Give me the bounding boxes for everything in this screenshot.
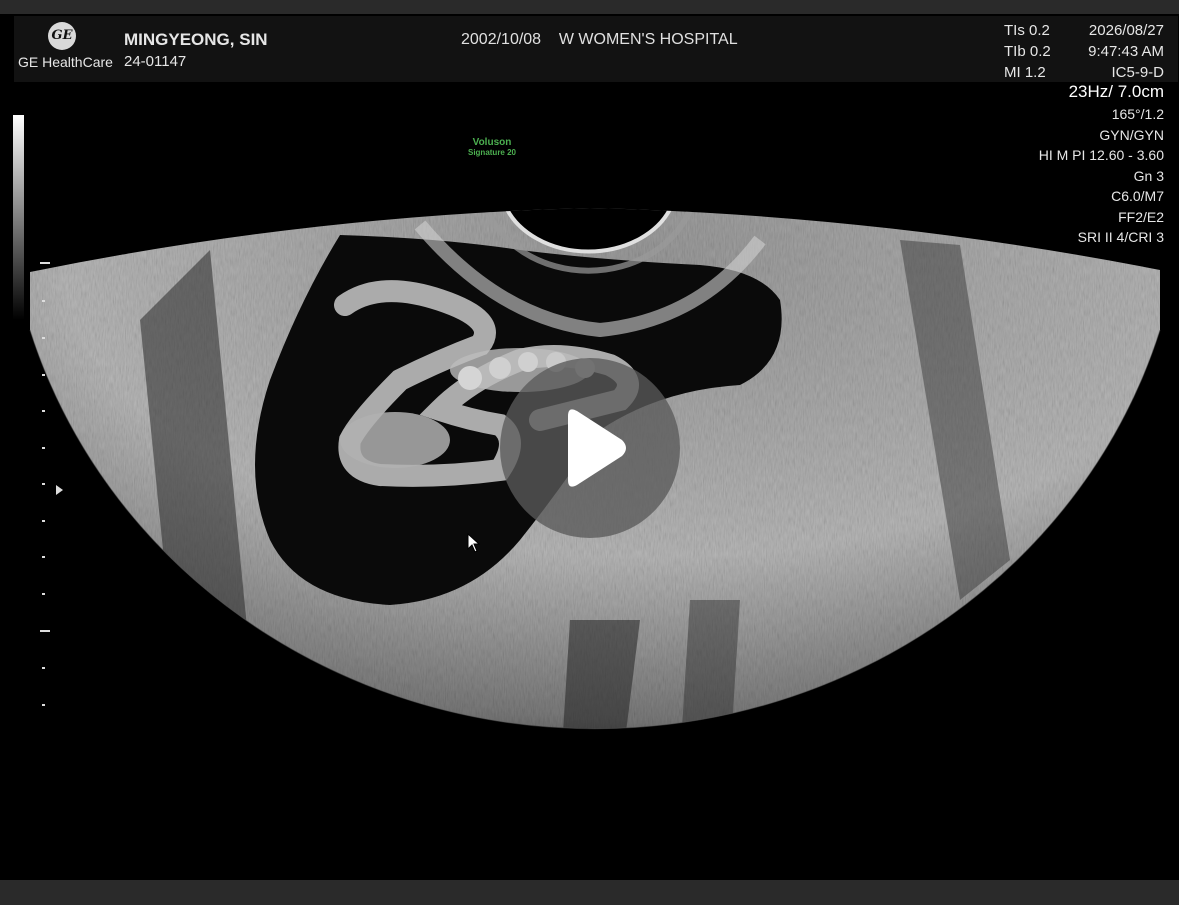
- imaging-parameters: 165°/1.2 GYN/GYN HI M PI 12.60 - 3.60 Gn…: [1039, 104, 1164, 248]
- patient-name: MINGYEONG, SIN: [124, 30, 268, 49]
- param-angle: 165°/1.2: [1111, 106, 1164, 122]
- depth-tick: [42, 704, 45, 706]
- depth-tick: [42, 410, 45, 412]
- depth-tick: [42, 374, 45, 376]
- play-icon: [568, 409, 626, 487]
- ge-monogram-icon: GE: [48, 22, 76, 50]
- param-preset: GYN/GYN: [1099, 126, 1164, 143]
- hospital-name: W WOMEN'S HOSPITAL: [558, 31, 738, 48]
- depth-tick: [40, 262, 50, 264]
- voluson-watermark: Voluson Signature 20: [467, 137, 516, 157]
- mouse-pointer-icon: [467, 533, 481, 553]
- depth-tick: [42, 520, 45, 522]
- depth-tick: [42, 447, 45, 449]
- exam-date: 2026/08/27: [1088, 22, 1164, 39]
- frame-rate-depth: 23Hz/ 7.0cm: [1068, 82, 1164, 101]
- depth-tick: [42, 556, 45, 558]
- depth-tick: [42, 337, 45, 339]
- exam-time: 9:47:43 AM: [1088, 43, 1164, 60]
- depth-tick: [42, 483, 45, 485]
- play-button[interactable]: [500, 358, 680, 538]
- tis-readout: TIs 0.2: [1004, 22, 1050, 39]
- tib-readout: TIb 0.2: [1004, 43, 1051, 60]
- focus-marker-icon: [56, 485, 63, 495]
- param-ff-e: FF2/E2: [1118, 208, 1164, 225]
- birth-date: 2002/10/08: [461, 31, 542, 48]
- exam-info: 2002/10/08 W WOMEN'S HOSPITAL: [461, 31, 738, 49]
- param-hi-pi: HI M PI 12.60 - 3.60: [1038, 147, 1164, 163]
- probe-name: IC5-9-D: [1111, 64, 1164, 81]
- depth-tick: [42, 593, 45, 595]
- acquisition-info: TIs 0.2 2026/08/27 TIb 0.2 9:47:43 AM MI…: [1004, 20, 1164, 83]
- depth-tick: [42, 300, 45, 302]
- brand-name: GE HealthCare: [18, 54, 113, 70]
- mi-readout: MI 1.2: [1004, 64, 1046, 81]
- depth-tick: [42, 667, 45, 669]
- param-color-map: C6.0/M7: [1111, 188, 1164, 204]
- patient-id: 24-01147: [124, 53, 187, 70]
- depth-tick: [40, 630, 50, 632]
- param-sri: SRI II 4/CRI 3: [1077, 229, 1164, 245]
- param-gain: Gn 3: [1133, 167, 1164, 184]
- grayscale-bar: [13, 115, 24, 320]
